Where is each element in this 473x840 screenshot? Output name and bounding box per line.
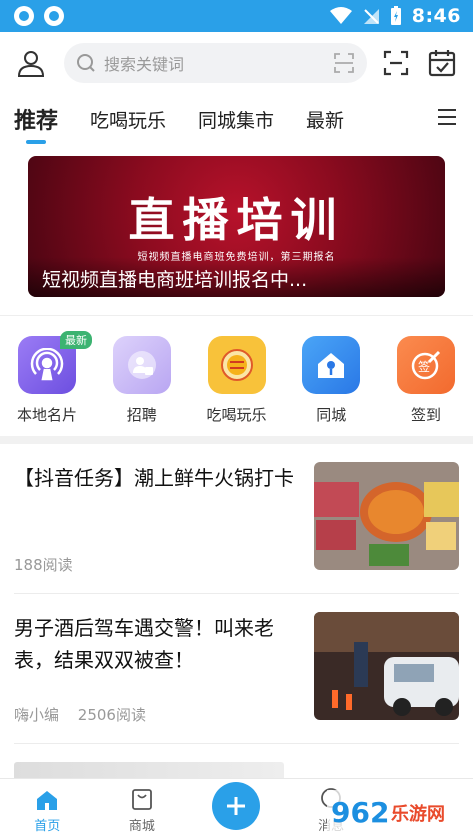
battery-icon [390,6,401,25]
feed-item-author: 嗨小编 [14,706,60,724]
nav-home[interactable]: 首页 [0,789,95,834]
new-badge: 最新 [60,331,92,349]
clock: 8:46 [411,5,461,27]
scan-icon[interactable] [333,52,355,74]
user-card-icon [112,336,171,394]
app-notification-icon [44,6,64,26]
svg-text:签: 签 [418,359,430,374]
nav-mall[interactable]: 商城 [95,787,190,834]
feed-item-meta: 嗨小编 2506阅读 [14,704,296,725]
category-tabs: 推荐 吃喝玩乐 同城集市 最新 [0,94,473,144]
quick-link-food-fun[interactable]: 吃喝玩乐 [206,336,268,436]
banner-caption: 短视频直播电商班培训报名中... [28,257,445,297]
signal-icon [363,9,379,24]
calendar-check-icon [428,50,456,77]
feed-item[interactable]: 男子酒后驾车遇交警！叫来老表，结果双双被查！ 嗨小编 2506阅读 [14,594,459,744]
quick-link-label: 同城 [316,406,347,424]
quick-links: 最新 本地名片 招聘 吃喝玩乐 同城 签 签到 [0,316,473,436]
feed-item-reads: 188阅读 [14,556,73,574]
menu-icon[interactable] [437,108,457,126]
nav-home-label: 首页 [34,819,61,834]
svg-text:乐游网: 乐游网 [391,803,445,825]
quick-link-label: 本地名片 [16,406,77,424]
quick-link-label: 招聘 [126,406,157,424]
tab-latest[interactable]: 最新 [306,106,344,133]
nav-mall-label: 商城 [128,819,155,834]
news-feed: 【抖音任务】潮上鲜牛火锅打卡 188阅读 男子酒后驾车遇交警！叫来老表，结果双双… [0,444,473,804]
promo-banner[interactable]: 直播培训 短视频直播电商班免费培训，第三期报名 短视频直播电商班培训报名中... [28,156,445,297]
feed-item-thumbnail [314,462,459,570]
food-badge-icon [207,336,266,394]
plus-icon [212,782,261,830]
profile-button[interactable] [14,46,48,80]
top-bar: 搜索关键词 [0,32,473,94]
quick-link-label: 签到 [410,406,441,424]
feed-item-title: 【抖音任务】潮上鲜牛火锅打卡 [14,466,294,490]
feed-item[interactable]: 【抖音任务】潮上鲜牛火锅打卡 188阅读 [14,444,459,594]
svg-text:962: 962 [331,796,389,829]
quick-link-signin[interactable]: 签 签到 [395,336,457,436]
user-icon [17,51,45,77]
search-icon [77,54,95,72]
nav-publish[interactable] [189,782,284,834]
feed-item-title: 男子酒后驾车遇交警！叫来老表，结果双双被查！ [14,616,274,672]
status-bar: 8:46 [0,0,473,32]
search-bar[interactable]: 搜索关键词 [64,43,367,83]
home-icon [37,791,58,810]
feed-item-reads: 2506阅读 [77,706,146,724]
search-placeholder: 搜索关键词 [104,55,185,74]
tab-local-market[interactable]: 同城集市 [198,106,274,133]
quick-link-recruit[interactable]: 招聘 [111,336,173,436]
checkin-calendar-button[interactable] [425,46,459,80]
quick-link-local-card[interactable]: 最新 本地名片 [16,331,92,436]
watermark-logo: 962 乐游网 [327,790,467,836]
section-divider [0,436,473,444]
quick-link-label: 吃喝玩乐 [206,406,267,424]
banner-headline: 直播培训 [128,193,345,247]
feed-item-meta: 188阅读 [14,554,296,575]
app-notification-icon [14,6,34,26]
scan-button[interactable] [379,46,413,80]
tab-recommend[interactable]: 推荐 [14,103,58,135]
quick-link-local[interactable]: 同城 [300,336,362,436]
feed-item-thumbnail [314,612,459,720]
shopping-bag-icon [131,789,152,810]
tab-food-fun[interactable]: 吃喝玩乐 [90,106,166,133]
house-pin-icon [302,336,361,394]
wifi-icon [329,7,352,24]
scan-icon [383,50,409,76]
sign-pen-icon: 签 [397,336,455,394]
